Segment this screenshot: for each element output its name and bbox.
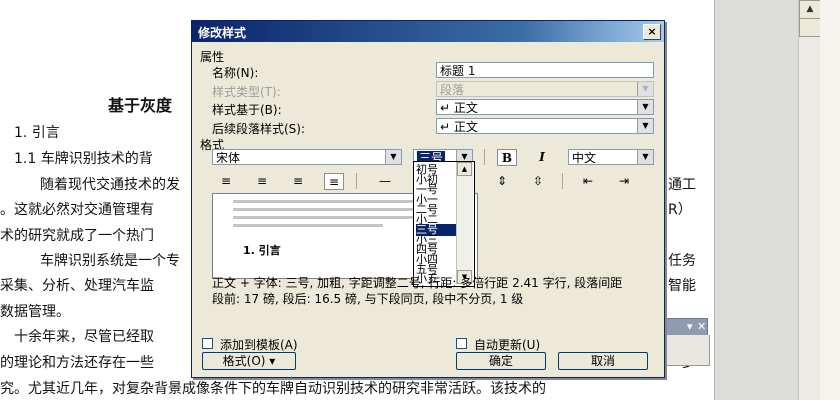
preview-text-line — [233, 200, 433, 203]
properties-heading: 属性 — [200, 50, 225, 64]
name-label: 名称(N): — [212, 66, 259, 80]
doc-fragment: 任务 — [668, 253, 696, 269]
cancel-button[interactable]: 取消 — [558, 352, 648, 370]
font-value: 宋体 — [216, 151, 241, 165]
increase-indent-icon[interactable]: ⇥ — [614, 173, 634, 190]
dialog-titlebar[interactable]: 修改样式 × — [192, 21, 664, 42]
font-size-list[interactable]: 初号 小初 一号 小一 二号 小二 三号 小三 四号 小四 五号 小五 ▲ ▼ — [413, 161, 475, 287]
decrease-indent-icon[interactable]: ⇤ — [578, 173, 598, 190]
style-description: 正文 + 字体: 三号, 加粗, 字距调整二号, 行距: 多倍行距 2.41 字… — [212, 276, 623, 306]
style-type-label: 样式类型(T): — [212, 85, 281, 99]
align-left-icon[interactable]: ≡ — [216, 173, 236, 190]
italic-button[interactable]: I — [532, 149, 552, 166]
justify-icon[interactable]: ≡ — [324, 173, 344, 190]
close-icon: × — [647, 25, 657, 38]
spacing-increase-icon[interactable]: ⇕ — [492, 173, 512, 190]
doc-title: 基于灰度 — [108, 96, 173, 115]
preview-heading: 1. 引言 — [243, 244, 281, 257]
style-type-value: 段落 — [440, 83, 465, 97]
doc-line: 术的研究就成了一个热门 — [0, 228, 154, 244]
language-select[interactable]: 中文 ▼ — [568, 149, 654, 165]
single-spacing-icon[interactable]: — — [375, 173, 395, 190]
name-field[interactable]: 标题 1 — [436, 62, 654, 78]
toolbar-separator — [562, 173, 563, 189]
doc-line: 1.1 车牌识别技术的背 — [14, 151, 153, 167]
doc-line: 采集、分析、处理汽车监 — [0, 278, 154, 294]
preview-text-line — [233, 224, 383, 227]
chevron-down-icon[interactable]: ▼ — [637, 150, 653, 164]
font-select[interactable]: 宋体 ▼ — [212, 149, 402, 165]
chevron-down-icon[interactable]: ▼ — [385, 150, 401, 164]
dialog-title: 修改样式 — [198, 26, 247, 40]
chevron-down-icon[interactable]: ▼ — [637, 100, 653, 114]
scroll-thumb[interactable] — [799, 18, 821, 37]
doc-fragment: R） — [668, 202, 692, 218]
doc-fragment: 智能 — [668, 278, 696, 294]
based-on-label: 样式基于(B): — [212, 103, 282, 117]
doc-line: 十余年来，尽管已经取 — [14, 329, 154, 345]
bold-button[interactable]: B — [497, 149, 517, 166]
next-style-label: 后续段落样式(S): — [212, 122, 306, 136]
preview-text-line — [233, 216, 433, 219]
add-to-template-checkbox[interactable] — [202, 338, 213, 349]
size-list-scrollbar[interactable]: ▲ ▼ — [456, 162, 473, 284]
auto-update-label: 自动更新(U) — [474, 338, 541, 352]
scroll-up-icon[interactable]: ▲ — [457, 162, 472, 176]
style-type-select: 段落 ▼ — [436, 81, 654, 97]
toolbar-separator — [484, 149, 485, 165]
floating-toolbar-title[interactable]: ▾ ✕ — [664, 318, 708, 336]
toolbar-separator — [356, 173, 357, 189]
format-menu-button[interactable]: 格式(O) ▾ — [202, 352, 296, 370]
doc-line: 随着现代交通技术的发 — [40, 177, 180, 193]
doc-fragment: 通工 — [668, 177, 696, 193]
dropdown-icon[interactable]: ▾ — [687, 320, 693, 334]
doc-line: 车牌识别系统是一个专 — [40, 253, 180, 269]
ok-button[interactable]: 确定 — [456, 352, 546, 370]
next-style-select[interactable]: ↵ 正文 ▼ — [436, 118, 654, 134]
close-button[interactable]: × — [643, 24, 661, 40]
doc-line: 数据管理。 — [0, 304, 70, 320]
vertical-scrollbar[interactable]: ▲ — [798, 0, 821, 400]
based-on-value: ↵ 正文 — [440, 101, 478, 115]
side-pane — [820, 0, 840, 400]
modify-style-dialog: 修改样式 × 属性 名称(N): 标题 1 样式类型(T): 段落 ▼ 样式基于… — [191, 20, 665, 378]
doc-line: 。这就必然对交通管理有 — [0, 202, 154, 218]
auto-update-checkbox[interactable] — [456, 338, 467, 349]
language-value: 中文 — [572, 151, 597, 165]
next-style-value: ↵ 正文 — [440, 120, 478, 134]
based-on-select[interactable]: ↵ 正文 ▼ — [436, 99, 654, 115]
chevron-down-icon: ▼ — [637, 82, 653, 96]
chevron-down-icon[interactable]: ▼ — [637, 119, 653, 133]
preview-text-line — [233, 208, 433, 211]
doc-line: 的理论和方法还存在一些 — [0, 355, 154, 371]
doc-line: 1. 引言 — [14, 125, 60, 141]
align-right-icon[interactable]: ≡ — [288, 173, 308, 190]
floating-toolbar — [664, 335, 710, 366]
doc-line: 究。尤其近几年，对复杂背景成像条件下的车牌自动识别技术的研究非常活跃。该技术的 — [0, 381, 546, 397]
add-to-template-label: 添加到模板(A) — [220, 338, 298, 352]
align-center-icon[interactable]: ≡ — [252, 173, 272, 190]
scroll-up-icon[interactable]: ▲ — [799, 0, 821, 19]
spacing-decrease-icon[interactable]: ⇳ — [528, 173, 548, 190]
close-icon[interactable]: ✕ — [697, 320, 706, 334]
